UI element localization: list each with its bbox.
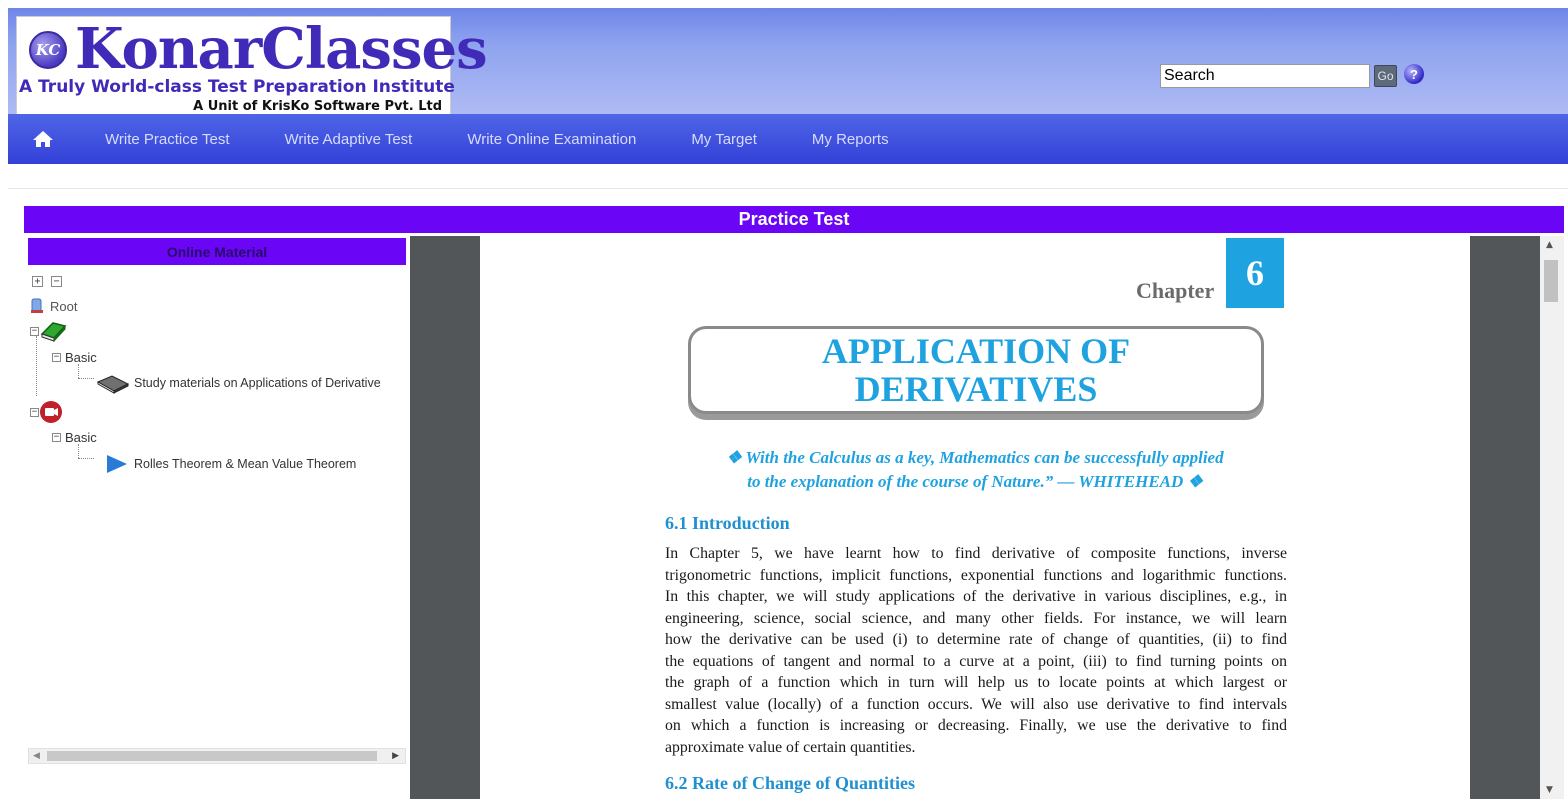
help-icon[interactable]: ? xyxy=(1404,64,1424,84)
main-nav: Write Practice Test Write Adaptive Test … xyxy=(8,114,1568,164)
quote-line-1: ❖ With the Calculus as a key, Mathematic… xyxy=(726,448,1224,467)
chapter-title-box: APPLICATION OF DERIVATIVES xyxy=(688,326,1264,414)
paragraph-line: In Chapter 5, we have learnt how to find… xyxy=(665,545,1287,562)
scroll-left-icon[interactable]: ◀ xyxy=(33,751,40,761)
material-tree: + − Root − − Basic Study materials on Ap… xyxy=(24,236,409,796)
logo-unit: A Unit of KrisKo Software Pvt. Ltd xyxy=(193,99,442,114)
collapse-all-icon[interactable]: − xyxy=(51,276,62,287)
document-page: Chapter 6 APPLICATION OF DERIVATIVES ❖ W… xyxy=(480,236,1470,799)
collapse-node-icon[interactable]: − xyxy=(30,407,39,417)
intro-paragraph: In Chapter 5, we have learnt how to find… xyxy=(665,543,1287,758)
paragraph-line: engineering, science, social science, an… xyxy=(665,609,1287,627)
chapter-quote: ❖ With the Calculus as a key, Mathematic… xyxy=(690,446,1260,494)
book-icon xyxy=(96,375,130,394)
site-logo[interactable]: KC KonarClasses A Truly World-class Test… xyxy=(16,16,488,118)
tree-group-videos[interactable]: − xyxy=(30,400,63,424)
search-input[interactable] xyxy=(1160,64,1370,88)
practice-test-bar: Practice Test xyxy=(24,206,1564,233)
tree-item-rolles-theorem[interactable]: Rolles Theorem & Mean Value Theorem xyxy=(106,454,356,474)
tree-folder-basic-1[interactable]: − Basic xyxy=(52,350,97,365)
scroll-up-icon[interactable]: ▲ xyxy=(1546,240,1553,250)
tree-folder-label: Basic xyxy=(65,350,97,365)
collapse-node-icon[interactable]: − xyxy=(30,326,39,336)
quote-line-2: to the explanation of the course of Natu… xyxy=(747,472,1203,491)
tree-folder-label: Basic xyxy=(65,430,97,445)
home-icon[interactable] xyxy=(8,114,78,164)
nav-my-reports[interactable]: My Reports xyxy=(812,131,889,148)
nav-my-target[interactable]: My Target xyxy=(691,131,757,148)
vertical-scrollbar[interactable]: ▲ ▼ xyxy=(1540,236,1564,799)
paragraph-line: trigonometric functions, implicit functi… xyxy=(665,566,1287,584)
horizontal-scrollbar[interactable]: ◀ ▶ xyxy=(28,748,406,764)
chapter-number: 6 xyxy=(1226,238,1284,308)
paragraph-line: how the derivative can be used (i) to de… xyxy=(665,631,1287,648)
logo-tagline: A Truly World-class Test Preparation Ins… xyxy=(19,77,455,97)
tree-item-study-materials[interactable]: Study materials on Applications of Deriv… xyxy=(96,372,381,394)
tree-root[interactable]: Root xyxy=(30,298,77,314)
chapter-title-line-1: APPLICATION OF xyxy=(821,331,1131,371)
paragraph-line: the equations of tangent and normal to a… xyxy=(665,652,1287,670)
scroll-right-icon[interactable]: ▶ xyxy=(392,751,399,761)
play-icon xyxy=(107,455,127,473)
paragraph-line: approximate value of certain quantities. xyxy=(665,738,916,756)
logo-badge: KC xyxy=(29,31,67,69)
section-heading-intro: 6.1 Introduction xyxy=(665,513,790,533)
tree-folder-basic-2[interactable]: − Basic xyxy=(52,430,97,445)
go-button[interactable]: Go xyxy=(1374,65,1397,87)
document-viewer[interactable]: Chapter 6 APPLICATION OF DERIVATIVES ❖ W… xyxy=(410,236,1540,799)
collapse-node-icon[interactable]: − xyxy=(52,353,61,362)
collapse-node-icon[interactable]: − xyxy=(52,433,61,442)
chapter-label: Chapter xyxy=(1136,278,1215,303)
section-heading-rate: 6.2 Rate of Change of Quantities xyxy=(665,773,915,793)
vertical-scroll-thumb[interactable] xyxy=(1544,260,1558,302)
paragraph-line: the graph of a function which in turn wi… xyxy=(665,674,1287,691)
nav-write-adaptive-test[interactable]: Write Adaptive Test xyxy=(284,131,412,148)
horizontal-scroll-thumb[interactable] xyxy=(47,751,377,761)
paragraph-line: on which a function is increasing or dec… xyxy=(665,717,1287,734)
logo-title: KonarClasses xyxy=(75,16,488,82)
expand-all-icon[interactable]: + xyxy=(32,276,43,287)
paragraph-line: In this chapter, we will study applicati… xyxy=(665,588,1287,605)
book-green-icon xyxy=(40,322,67,342)
nav-write-practice-test[interactable]: Write Practice Test xyxy=(105,131,229,148)
nav-write-online-examination[interactable]: Write Online Examination xyxy=(467,131,636,148)
divider xyxy=(8,188,1568,189)
site-header: KC KonarClasses A Truly World-class Test… xyxy=(8,8,1568,118)
root-icon xyxy=(31,298,43,313)
tree-root-label: Root xyxy=(50,298,78,314)
video-camera-icon xyxy=(40,401,62,423)
tree-item-label: Rolles Theorem & Mean Value Theorem xyxy=(134,457,357,471)
online-material-panel: Online Material + − Root − − Basic Study… xyxy=(24,236,409,799)
scroll-down-icon[interactable]: ▼ xyxy=(1546,785,1553,795)
tree-item-label: Study materials on Applications of Deriv… xyxy=(134,376,381,390)
chapter-title-line-2: DERIVATIVES xyxy=(854,369,1098,409)
paragraph-line: smallest value (locally) of a function o… xyxy=(665,695,1287,713)
